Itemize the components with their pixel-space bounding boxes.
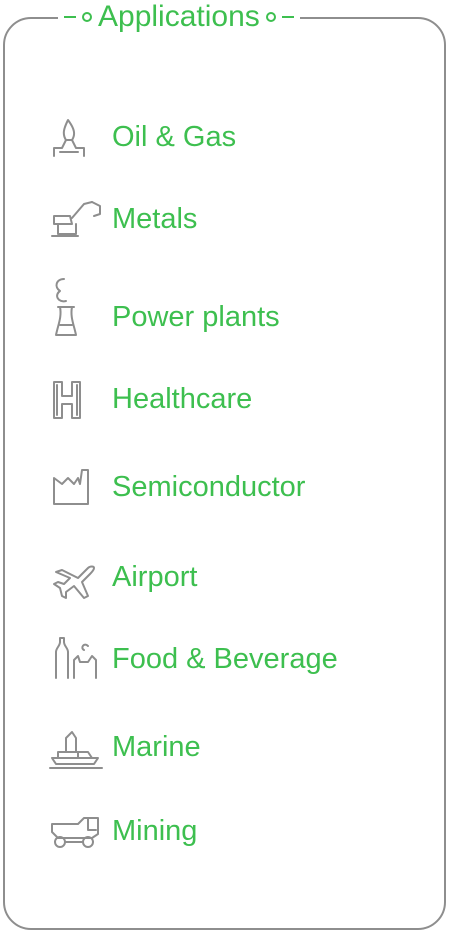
application-label: Metals (112, 203, 198, 235)
bottle-icon (48, 634, 112, 684)
airplane-icon (48, 552, 112, 602)
application-label: Semiconductor (112, 471, 306, 503)
header-dot-right (265, 12, 276, 22)
application-item-healthcare[interactable]: Healthcare (48, 374, 252, 424)
application-label: Food & Beverage (112, 643, 338, 675)
application-item-food-beverage[interactable]: Food & Beverage (48, 634, 338, 684)
application-item-power-plants[interactable]: Power plants (48, 278, 280, 342)
ship-icon (48, 722, 112, 772)
application-item-oil-gas[interactable]: Oil & Gas (48, 112, 236, 162)
mining-truck-icon (48, 806, 112, 856)
application-label: Healthcare (112, 383, 253, 415)
excavator-icon (48, 194, 112, 244)
panel-title: Applications (98, 0, 260, 33)
application-label: Marine (112, 731, 201, 763)
application-item-semiconductor[interactable]: Semiconductor (48, 462, 305, 512)
gas-flare-icon (48, 112, 112, 162)
application-label: Airport (112, 561, 198, 593)
cooling-tower-icon (48, 278, 112, 342)
panel-header: Applications (58, 0, 300, 34)
application-item-mining[interactable]: Mining (48, 806, 197, 856)
application-label: Oil & Gas (112, 121, 237, 153)
factory-icon (48, 462, 112, 512)
hospital-icon (48, 374, 112, 424)
application-label: Power plants (112, 301, 280, 333)
header-dot-left (82, 12, 92, 22)
application-item-airport[interactable]: Airport (48, 552, 197, 602)
application-label: Mining (112, 815, 198, 847)
application-item-metals[interactable]: Metals (48, 194, 197, 244)
header-line-left (64, 15, 76, 19)
header-line-right (281, 15, 294, 19)
application-item-marine[interactable]: Marine (48, 722, 201, 772)
